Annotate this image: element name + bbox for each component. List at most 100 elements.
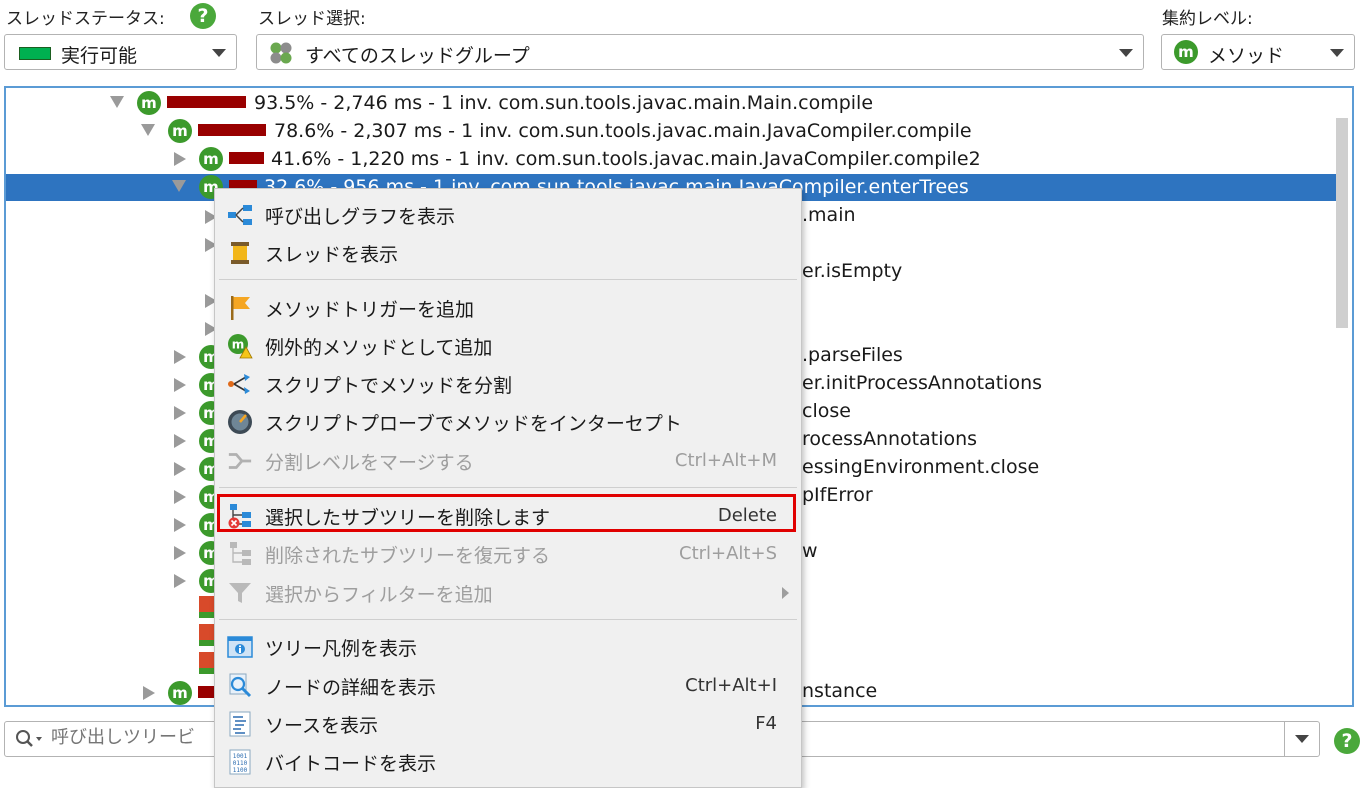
tree-row-label: .main (802, 204, 856, 226)
tree-row-label: er.isEmpty (802, 260, 903, 282)
call-graph-icon (227, 202, 253, 228)
menu-item-shortcut: F4 (755, 713, 777, 734)
thread-status-dropdown[interactable]: 実行可能 (4, 34, 237, 70)
menu-item-show-tree-legend[interactable]: ツリー凡例を表示 (215, 627, 801, 665)
expand-triangle-icon[interactable] (174, 378, 186, 392)
method-icon: m (168, 681, 192, 705)
chevron-down-icon (1119, 49, 1133, 57)
svg-text:m: m (232, 338, 245, 352)
menu-item-intercept-script-probe[interactable]: スクリプトプローブでメソッドをインターセプト (215, 402, 801, 440)
tree-row[interactable]: m 93.5% - 2,746 ms - 1 inv. com.sun.tool… (6, 90, 1336, 117)
menu-item-add-filter-from-selection[interactable]: 選択からフィルターを追加 (215, 573, 801, 611)
help-icon[interactable]: ? (1334, 728, 1360, 754)
aggregation-dropdown[interactable]: m メソッド (1161, 34, 1355, 70)
expand-triangle-icon[interactable] (174, 406, 186, 420)
percentage-bar (198, 686, 214, 698)
menu-separator (219, 279, 797, 280)
method-icon: m (137, 91, 161, 115)
filter-icon (227, 580, 253, 606)
menu-item-add-exceptional-method[interactable]: m 例外的メソッドとして追加 (215, 326, 801, 364)
help-icon[interactable]: ? (190, 3, 216, 29)
expand-triangle-icon[interactable] (174, 152, 186, 166)
menu-item-label: スクリプトプローブでメソッドをインターセプト (265, 413, 682, 435)
split-icon (227, 371, 253, 397)
menu-item-add-method-trigger[interactable]: メソッドトリガーを追加 (215, 288, 801, 326)
tree-row-label: close (802, 400, 851, 422)
tree-row-label: .parseFiles (802, 344, 903, 366)
menu-item-label: 削除されたサブツリーを復元する (265, 545, 551, 567)
menu-item-shortcut: Ctrl+Alt+M (674, 450, 777, 471)
menu-item-shortcut: Ctrl+Alt+I (685, 675, 777, 696)
percentage-bar (229, 152, 264, 164)
submenu-arrow-icon (782, 587, 789, 599)
expand-triangle-icon[interactable] (143, 686, 155, 700)
chevron-down-icon (212, 49, 226, 57)
collapse-triangle-icon[interactable] (172, 180, 186, 192)
magnifier-icon (227, 673, 253, 699)
context-menu: 呼び出しグラフを表示 スレッドを表示 メソッドトリガーを追加 m 例外的メソッド… (214, 188, 802, 788)
thread-select-dropdown[interactable]: すべてのスレッドグループ (256, 34, 1144, 70)
menu-item-label: 選択からフィルターを追加 (265, 584, 493, 606)
method-icon: m (168, 119, 192, 143)
search-icon (15, 729, 45, 756)
menu-item-label: メソッドトリガーを追加 (265, 299, 475, 321)
menu-item-label: ノードの詳細を表示 (265, 677, 437, 699)
method-icon: m (199, 147, 223, 171)
flag-icon (227, 295, 253, 321)
method-icon: m (1174, 40, 1198, 64)
thread-group-icon (269, 42, 293, 64)
menu-item-split-method-script[interactable]: スクリプトでメソッドを分割 (215, 364, 801, 402)
merge-icon (227, 448, 253, 474)
menu-item-show-call-graph[interactable]: 呼び出しグラフを表示 (215, 195, 801, 233)
leaf-node-icon (199, 652, 214, 674)
tree-row-label: er.initProcessAnnotations (802, 372, 1043, 394)
legend-icon (227, 634, 253, 660)
exceptional-method-icon: m (227, 333, 253, 359)
expand-triangle-icon[interactable] (174, 462, 186, 476)
expand-triangle-icon[interactable] (174, 350, 186, 364)
menu-item-label: 呼び出しグラフを表示 (265, 206, 456, 228)
restore-subtree-icon (227, 541, 253, 567)
search-input[interactable] (49, 726, 213, 749)
probe-gauge-icon (227, 409, 253, 435)
highlight-box (217, 494, 796, 532)
menu-item-show-thread[interactable]: スレッドを表示 (215, 233, 801, 271)
aggregation-value: メソッド (1208, 45, 1285, 67)
tree-row[interactable]: m 78.6% - 2,307 ms - 1 inv. com.sun.tool… (6, 118, 1336, 145)
thread-status-label: スレッドステータス: (6, 9, 165, 29)
tree-row-label: w (802, 540, 818, 562)
thread-spool-icon (227, 240, 253, 266)
source-icon (227, 711, 253, 737)
percentage-bar (167, 96, 246, 108)
runnable-status-icon (19, 47, 51, 60)
search-history-dropdown[interactable] (1284, 722, 1319, 756)
vertical-scrollbar[interactable] (1336, 118, 1348, 328)
tree-row-label: 78.6% - 2,307 ms - 1 inv. com.sun.tools.… (274, 120, 972, 142)
svg-text:0110: 0110 (233, 760, 248, 767)
menu-item-show-source[interactable]: ソースを表示 F4 (215, 704, 801, 742)
menu-separator (219, 487, 797, 488)
svg-text:1100: 1100 (233, 767, 248, 774)
tree-row-label: essingEnvironment.close (802, 456, 1040, 478)
expand-triangle-icon[interactable] (174, 518, 186, 532)
aggregation-label: 集約レベル: (1162, 9, 1253, 29)
thread-select-value: すべてのスレッドグループ (305, 45, 530, 67)
thread-status-value: 実行可能 (61, 45, 138, 67)
tree-row-label: pIfError (802, 484, 873, 506)
collapse-triangle-icon[interactable] (141, 124, 155, 136)
menu-item-label: ツリー凡例を表示 (265, 638, 418, 660)
svg-text:1001: 1001 (233, 753, 248, 760)
expand-triangle-icon[interactable] (174, 434, 186, 448)
tree-row[interactable]: m 41.6% - 1,220 ms - 1 inv. com.sun.tool… (6, 146, 1336, 173)
tree-row-label: nstance (802, 680, 878, 702)
menu-item-show-node-details[interactable]: ノードの詳細を表示 Ctrl+Alt+I (215, 666, 801, 704)
expand-triangle-icon[interactable] (174, 490, 186, 504)
collapse-triangle-icon[interactable] (110, 96, 124, 108)
menu-item-label: ソースを表示 (265, 715, 379, 737)
expand-triangle-icon[interactable] (174, 546, 186, 560)
expand-triangle-icon[interactable] (174, 574, 186, 588)
menu-item-restore-subtrees[interactable]: 削除されたサブツリーを復元する Ctrl+Alt+S (215, 534, 801, 572)
menu-item-merge-split-level[interactable]: 分割レベルをマージする Ctrl+Alt+M (215, 441, 801, 479)
tree-row-label: 93.5% - 2,746 ms - 1 inv. com.sun.tools.… (254, 92, 874, 114)
menu-item-show-bytecode[interactable]: 1001 0110 1100 バイトコードを表示 (215, 742, 801, 780)
